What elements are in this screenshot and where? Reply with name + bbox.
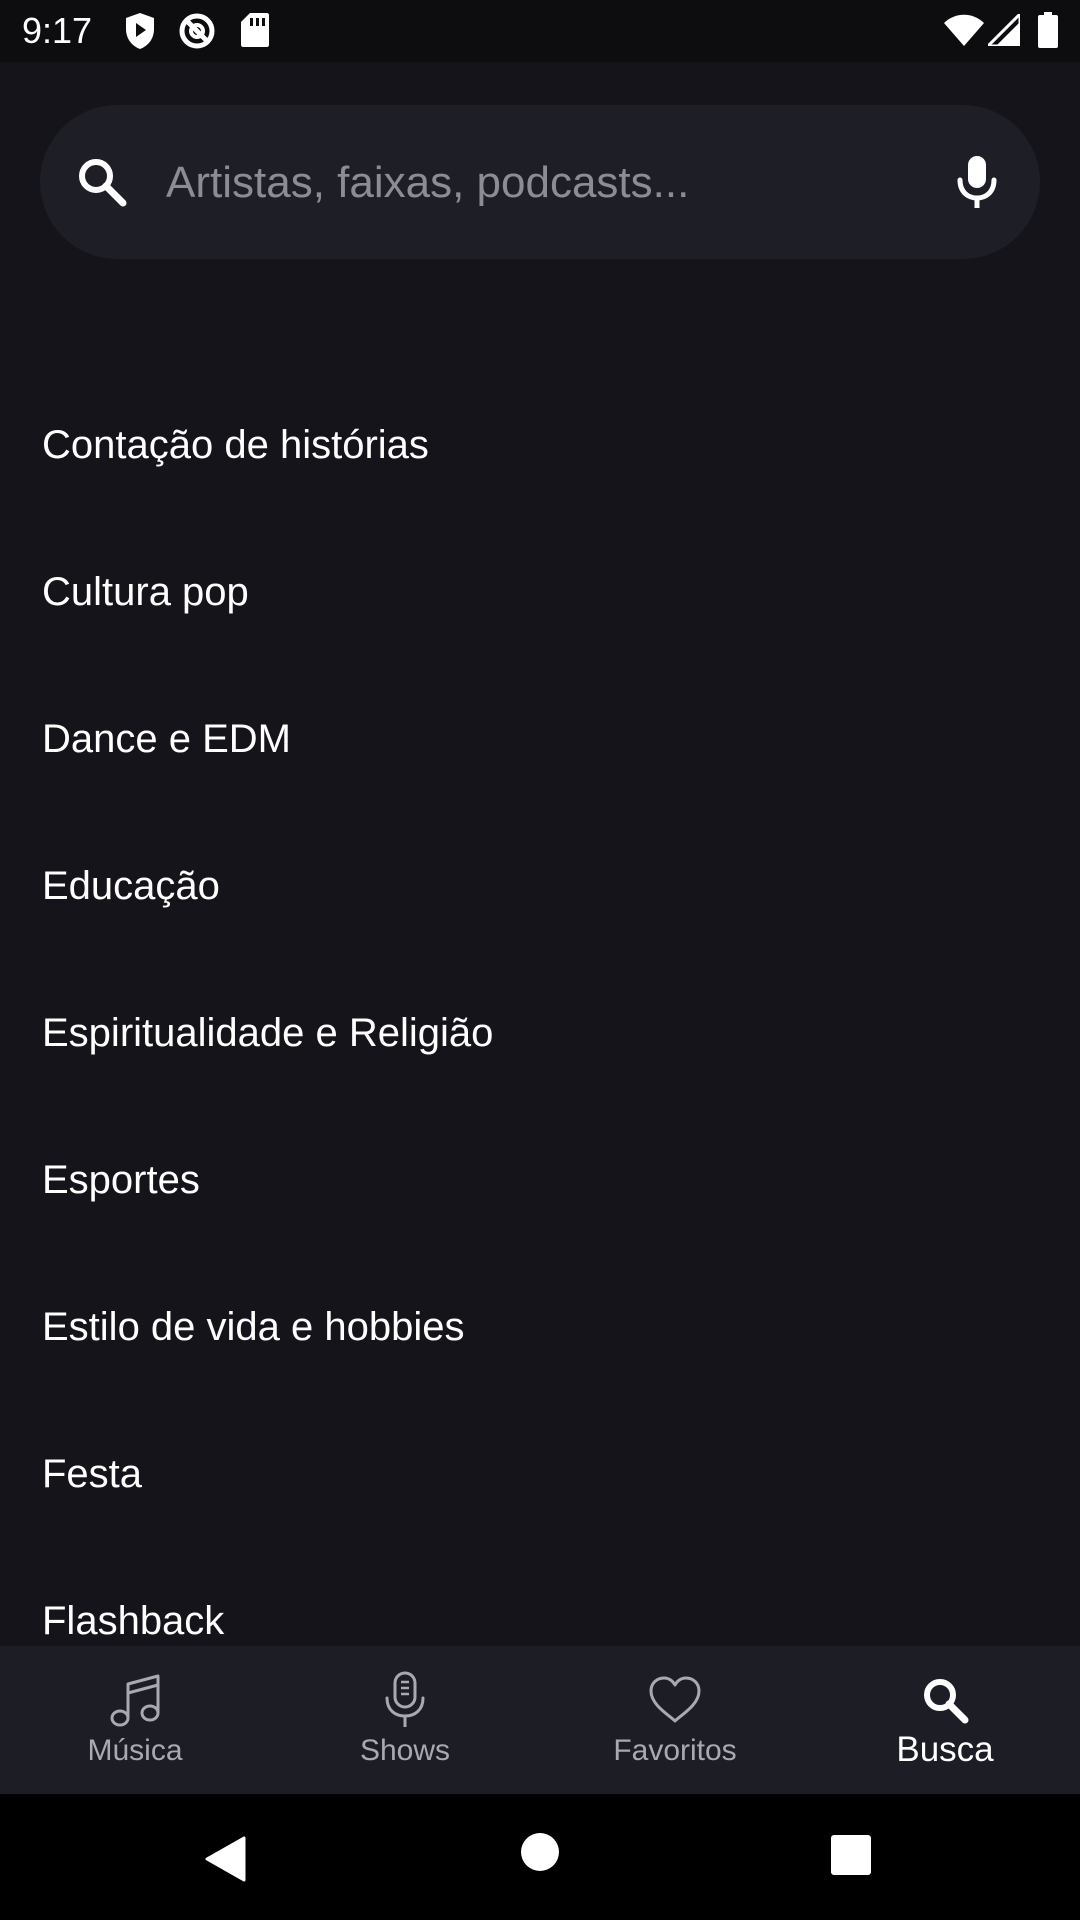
list-item[interactable]: Espiritualidade e Religião <box>0 960 1080 1107</box>
list-item[interactable]: Educação <box>0 813 1080 960</box>
list-item[interactable]: Contação de histórias <box>0 372 1080 519</box>
list-item[interactable]: Dance e EDM <box>0 666 1080 813</box>
search-icon[interactable] <box>76 156 128 213</box>
genre-label: Estilo de vida e hobbies <box>42 1305 465 1349</box>
tab-label: Favoritos <box>613 1734 737 1767</box>
list-item[interactable]: Estilo de vida e hobbies <box>0 1254 1080 1401</box>
cell-signal-icon <box>984 10 1022 51</box>
status-bar: 9:17 <box>0 0 1080 62</box>
heart-icon <box>647 1670 703 1730</box>
genre-label: Esportes <box>42 1158 200 1202</box>
list-item[interactable]: Festa <box>0 1401 1080 1548</box>
recents-icon[interactable] <box>830 1834 872 1881</box>
genre-label: Educação <box>42 864 220 908</box>
tab-label: Busca <box>896 1730 994 1769</box>
battery-icon <box>1038 12 1058 53</box>
tab-busca[interactable]: Busca <box>810 1646 1080 1794</box>
tab-favoritos[interactable]: Favoritos <box>540 1646 810 1794</box>
sd-card-icon <box>240 12 270 53</box>
list-item[interactable]: Esportes <box>0 1107 1080 1254</box>
system-nav-bar <box>0 1794 1080 1920</box>
mic-icon[interactable] <box>956 154 998 215</box>
genre-label: Cultura pop <box>42 570 249 614</box>
tab-musica[interactable]: Música <box>0 1646 270 1794</box>
search-icon <box>920 1670 970 1730</box>
screen: 9:17 Artistas, faixas, podcasts... Conta… <box>0 0 1080 1920</box>
tab-label: Música <box>87 1734 183 1767</box>
genre-list: Contação de histórias Cultura pop Dance … <box>0 372 1080 1646</box>
bottom-nav: Música Shows Favoritos Busca <box>0 1646 1080 1794</box>
status-time: 9:17 <box>22 10 93 51</box>
list-item[interactable]: Cultura pop <box>0 519 1080 666</box>
back-icon[interactable] <box>204 1836 246 1887</box>
genre-label: Contação de histórias <box>42 423 429 467</box>
genre-label: Espiritualidade e Religião <box>42 1011 494 1055</box>
music-note-icon <box>107 1670 163 1730</box>
genre-label: Dance e EDM <box>42 717 291 761</box>
microphone-icon <box>383 1670 427 1730</box>
shield-play-icon <box>124 12 156 55</box>
tab-shows[interactable]: Shows <box>270 1646 540 1794</box>
search-input[interactable] <box>166 150 906 216</box>
wifi-icon <box>944 14 984 51</box>
tab-label: Shows <box>359 1734 451 1767</box>
genre-label: Festa <box>42 1452 143 1496</box>
blocked-circle-icon <box>178 12 216 55</box>
home-button[interactable] <box>520 1832 560 1877</box>
list-item[interactable]: Flashback <box>0 1548 1080 1646</box>
genre-label: Flashback <box>42 1599 225 1643</box>
